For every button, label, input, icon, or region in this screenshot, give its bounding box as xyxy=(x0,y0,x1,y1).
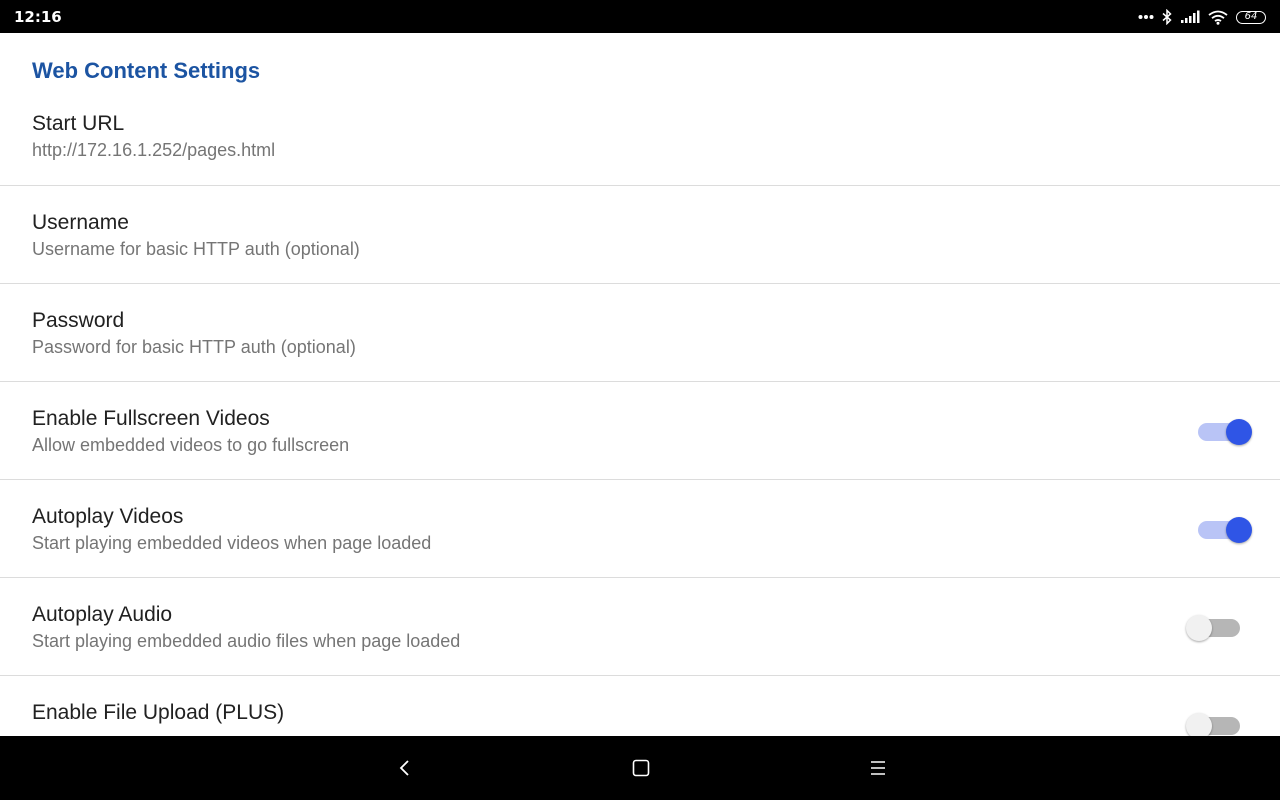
pref-title: Autoplay Videos xyxy=(32,505,184,528)
status-time: 12:16 xyxy=(14,8,62,26)
pref-title: Username xyxy=(32,211,129,234)
home-icon xyxy=(629,756,653,780)
pref-summary: Allow embedded videos to go fullscreen xyxy=(32,435,350,455)
status-bar: 12:16 64 xyxy=(0,0,1280,33)
autoplay-videos-switch[interactable] xyxy=(1198,516,1252,544)
pref-title: Password xyxy=(32,309,125,332)
pref-title: Start URL xyxy=(32,112,125,135)
menu-button[interactable] xyxy=(866,756,890,780)
file-upload-switch[interactable] xyxy=(1186,712,1244,736)
pref-enable-fullscreen-videos[interactable]: Enable Fullscreen Videos Allow embedded … xyxy=(0,382,1280,480)
switch-thumb xyxy=(1226,419,1252,445)
switch-thumb xyxy=(1186,713,1212,736)
fullscreen-videos-switch[interactable] xyxy=(1198,418,1252,446)
pref-password[interactable]: Password Password for basic HTTP auth (o… xyxy=(0,284,1280,382)
home-button[interactable] xyxy=(629,756,653,780)
pref-enable-file-upload[interactable]: Enable File Upload (PLUS) xyxy=(0,676,1280,736)
pref-summary: Password for basic HTTP auth (optional) xyxy=(32,337,356,357)
back-icon xyxy=(393,756,417,780)
settings-screen: Web Content Settings Start URL http://17… xyxy=(0,33,1280,736)
navigation-bar xyxy=(0,736,1280,800)
switch-thumb xyxy=(1186,615,1212,641)
back-button[interactable] xyxy=(393,756,417,780)
pref-title: Enable Fullscreen Videos xyxy=(32,407,270,430)
pref-title: Enable File Upload (PLUS) xyxy=(32,701,285,724)
pref-autoplay-videos[interactable]: Autoplay Videos Start playing embedded v… xyxy=(0,480,1280,578)
more-dots-icon xyxy=(1138,14,1154,20)
bluetooth-icon xyxy=(1162,9,1172,25)
menu-icon xyxy=(866,756,890,780)
pref-summary: Start playing embedded videos when page … xyxy=(32,533,432,553)
pref-username[interactable]: Username Username for basic HTTP auth (o… xyxy=(0,186,1280,284)
pref-summary: Start playing embedded audio files when … xyxy=(32,631,461,651)
signal-icon xyxy=(1180,10,1200,24)
status-icons: 64 xyxy=(1138,7,1266,27)
pref-summary: Username for basic HTTP auth (optional) xyxy=(32,239,360,259)
pref-autoplay-audio[interactable]: Autoplay Audio Start playing embedded au… xyxy=(0,578,1280,676)
section-title: Web Content Settings xyxy=(32,58,261,83)
switch-thumb xyxy=(1226,517,1252,543)
pref-summary: http://172.16.1.252/pages.html xyxy=(32,140,276,160)
pref-start-url[interactable]: Start URL http://172.16.1.252/pages.html xyxy=(0,88,1280,186)
wifi-icon xyxy=(1208,10,1228,25)
preference-list: Start URL http://172.16.1.252/pages.html… xyxy=(0,88,1280,736)
pref-title: Autoplay Audio xyxy=(32,603,173,626)
battery-level: 64 xyxy=(1244,11,1258,22)
autoplay-audio-switch[interactable] xyxy=(1186,614,1244,642)
battery-icon: 64 xyxy=(1236,10,1266,24)
